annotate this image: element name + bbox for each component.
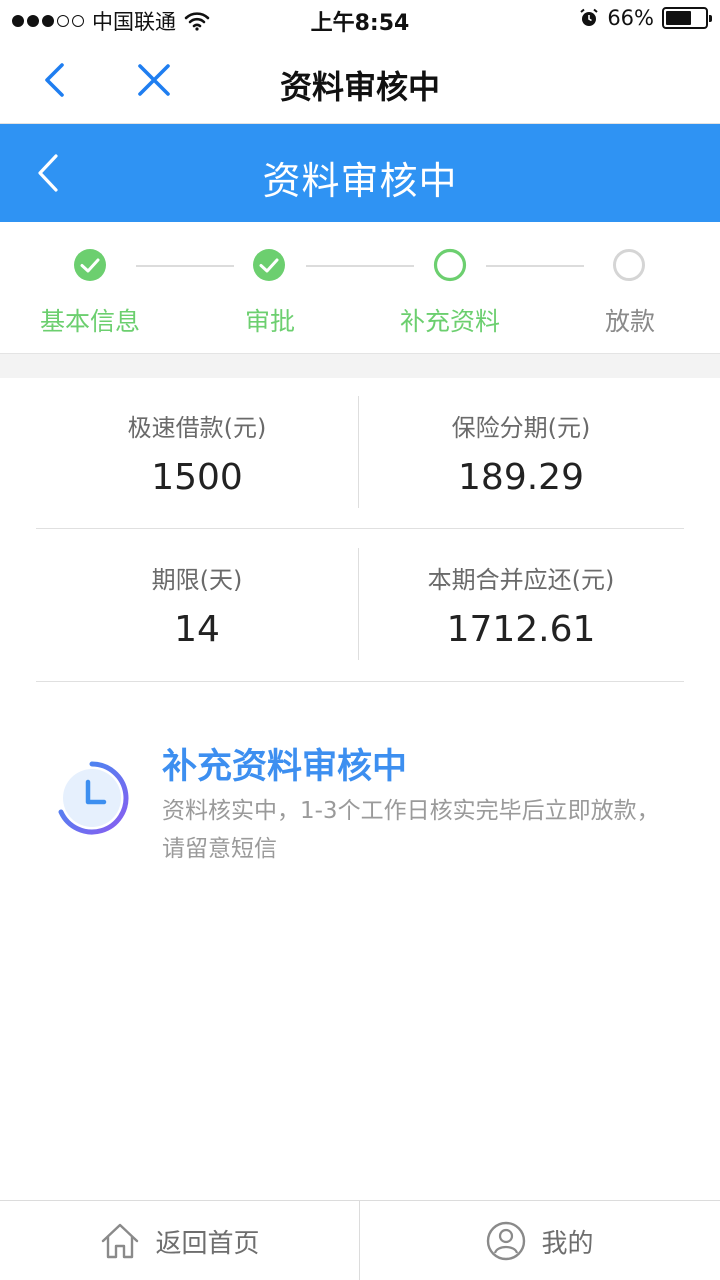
battery-level [666, 11, 692, 25]
step-label-approval: 审批 [244, 307, 295, 336]
step-label-basic-info: 基本信息 [39, 307, 140, 336]
term-label: 期限(天) [151, 566, 243, 594]
term-value: 14 [174, 609, 220, 650]
notice-description: 资料核实中，1-3个工作日核实完毕后立即放款，请留意短信 [162, 798, 660, 862]
tab-home[interactable]: 返回首页 [0, 1201, 359, 1280]
tab-mine-label: 我的 [541, 1228, 594, 1259]
bottom-tab-bar: 返回首页 我的 [0, 1200, 720, 1280]
step-current-ring-icon [433, 248, 467, 282]
tab-mine[interactable]: 我的 [360, 1201, 719, 1280]
column-divider [358, 396, 359, 508]
step-connector [306, 265, 414, 267]
battery-icon [662, 7, 712, 29]
loan-summary: 极速借款(元) 1500 保险分期(元) 189.29 期限(天) 14 本期合… [0, 378, 720, 684]
step-done-check-icon [74, 249, 106, 281]
repayment-value: 1712.61 [446, 609, 596, 650]
repayment-cell: 本期合并应还(元) 1712.61 [360, 560, 682, 650]
term-cell: 期限(天) 14 [36, 560, 358, 650]
insurance-label: 保险分期(元) [451, 414, 591, 442]
column-divider [358, 548, 359, 660]
page-header: 资料审核中 [0, 124, 720, 222]
status-bar: 中国联通 上午8:54 66% [0, 0, 720, 40]
review-notice: 补充资料审核中 资料核实中，1-3个工作日核实完毕后立即放款，请留意短信 [0, 700, 720, 900]
step-label-supplement: 补充资料 [399, 307, 500, 336]
insurance-value: 189.29 [458, 457, 584, 498]
page-title: 资料审核中 [262, 159, 458, 203]
section-gap [0, 354, 720, 378]
user-icon [487, 1221, 526, 1261]
loan-amount-label: 极速借款(元) [127, 414, 267, 442]
loan-amount-cell: 极速借款(元) 1500 [36, 408, 358, 498]
row-divider [36, 528, 684, 529]
webview-nav-bar: 资料审核中 [0, 40, 720, 124]
battery-percent: 66% [607, 6, 654, 30]
step-connector [486, 265, 584, 267]
insurance-cell: 保险分期(元) 189.29 [360, 408, 682, 498]
step-connector [136, 265, 234, 267]
home-icon [102, 1223, 139, 1259]
loan-amount-value: 1500 [151, 457, 243, 498]
webview-title: 资料审核中 [279, 68, 440, 106]
step-done-check-icon [253, 249, 285, 281]
repayment-label: 本期合并应还(元) [427, 566, 615, 594]
status-right: 66% [579, 6, 712, 30]
alarm-icon [580, 8, 598, 26]
clock-icon [58, 761, 129, 835]
row-divider [36, 681, 684, 682]
tab-home-label: 返回首页 [155, 1228, 260, 1259]
step-pending-ring-icon [613, 249, 645, 281]
notice-heading: 补充资料审核中 [162, 747, 408, 787]
step-label-disbursement: 放款 [604, 307, 655, 336]
progress-steps: 基本信息 审批 补充资料 放款 [0, 222, 720, 354]
